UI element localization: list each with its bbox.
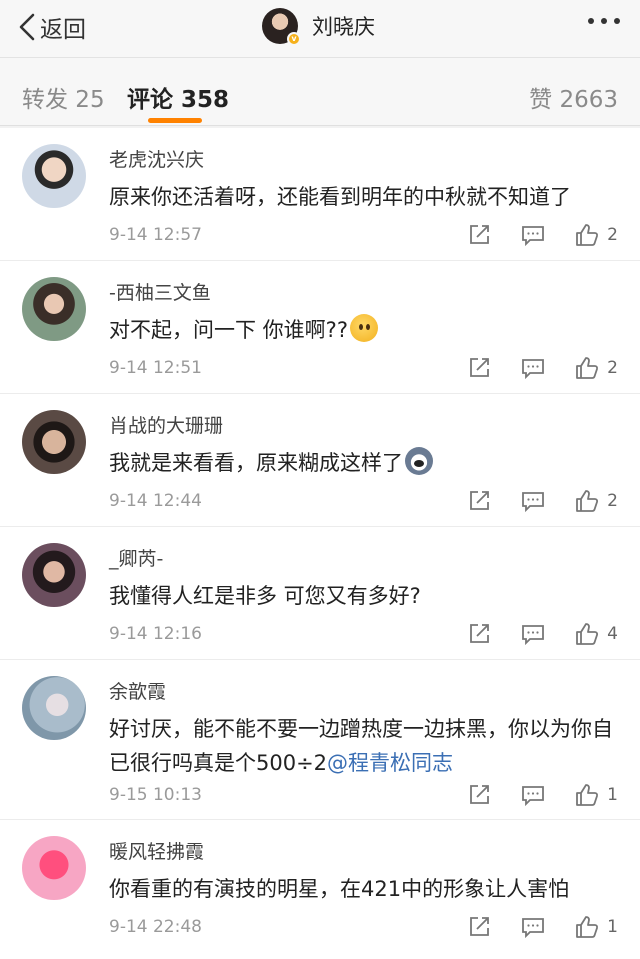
- thumbs-up-icon: [576, 357, 599, 379]
- avatar[interactable]: [22, 676, 86, 740]
- comment-actions: 4: [467, 622, 618, 646]
- comment-text: 我就是来看看，原来糊成这样了: [109, 446, 621, 480]
- comment-icon: [522, 492, 545, 513]
- comment-icon: [522, 359, 545, 380]
- comment-item: 暖风轻拂霞 你看重的有演技的明星，在421中的形象让人害怕 9-14 22:48…: [0, 820, 640, 959]
- tab-likes[interactable]: 赞 2663: [529, 80, 618, 114]
- comment-timestamp: 9-14 12:16: [109, 624, 202, 644]
- thinking-face-icon: [349, 314, 378, 342]
- thumbs-up-icon: [576, 916, 599, 938]
- share-button[interactable]: [467, 783, 491, 807]
- tab-comments[interactable]: 评论 358: [127, 80, 229, 114]
- reply-button[interactable]: [521, 783, 545, 807]
- more-options-icon[interactable]: [588, 18, 620, 24]
- avatar[interactable]: [22, 410, 86, 474]
- comment-timestamp: 9-14 12:57: [109, 225, 202, 245]
- like-count: 1: [607, 917, 618, 937]
- like-button[interactable]: 2: [575, 489, 618, 513]
- avatar[interactable]: [22, 543, 86, 607]
- reply-button[interactable]: [521, 356, 545, 380]
- comment-item: -西柚三文鱼 对不起，问一下 你谁啊?? 9-14 12:51 2: [0, 261, 640, 394]
- comment-username[interactable]: 余歆霞: [109, 677, 166, 704]
- thumbs-up-icon: [576, 784, 599, 806]
- like-button[interactable]: 1: [575, 783, 618, 807]
- tab-bar: 转发 25 评论 358 赞 2663: [0, 58, 640, 126]
- comment-icon: [522, 786, 545, 807]
- like-button[interactable]: 4: [575, 622, 618, 646]
- profile-header[interactable]: v 刘晓庆: [262, 6, 375, 46]
- comment-icon: [522, 226, 545, 247]
- share-icon: [470, 225, 490, 244]
- comment-actions: 2: [467, 356, 618, 380]
- like-button[interactable]: 2: [575, 356, 618, 380]
- share-button[interactable]: [467, 489, 491, 513]
- comment-text: 好讨厌，能不能不要一边蹭热度一边抹黑，你以为你自已很行吗真是个500÷2@程青松…: [109, 717, 613, 775]
- comment-username[interactable]: -西柚三文鱼: [109, 278, 211, 305]
- comment-username[interactable]: _卿芮-: [109, 544, 163, 571]
- comment-username[interactable]: 老虎沈兴庆: [109, 145, 204, 172]
- share-button[interactable]: [467, 622, 491, 646]
- comment-username[interactable]: 肖战的大珊珊: [109, 411, 223, 438]
- reply-button[interactable]: [521, 489, 545, 513]
- page-title: 刘晓庆: [312, 15, 375, 39]
- thumbs-up-icon: [576, 224, 599, 246]
- chevron-left-icon: [19, 13, 35, 41]
- share-button[interactable]: [467, 915, 491, 939]
- comment-text: 对不起，问一下 你谁啊??: [109, 313, 621, 347]
- comment-list: 老虎沈兴庆 原来你还活着呀，还能看到明年的中秋就不知道了 9-14 12:57 …: [0, 128, 640, 959]
- like-button[interactable]: 1: [575, 915, 618, 939]
- mention-link[interactable]: @程青松同志: [327, 751, 453, 775]
- avatar[interactable]: [22, 144, 86, 208]
- comment-actions: 2: [467, 223, 618, 247]
- back-label: 返回: [40, 17, 86, 43]
- comment-item: _卿芮- 我懂得人红是非多 可您又有多好? 9-14 12:16 4: [0, 527, 640, 660]
- comment-timestamp: 9-14 12:44: [109, 491, 202, 511]
- avatar[interactable]: [22, 836, 86, 900]
- comment-username[interactable]: 暖风轻拂霞: [109, 837, 204, 864]
- back-button[interactable]: 返回: [18, 12, 86, 43]
- share-icon: [470, 358, 490, 377]
- reply-button[interactable]: [521, 622, 545, 646]
- comment-timestamp: 9-14 22:48: [109, 917, 202, 937]
- like-count: 2: [607, 225, 618, 245]
- share-button[interactable]: [467, 356, 491, 380]
- share-icon: [470, 624, 490, 643]
- share-icon: [470, 491, 490, 510]
- active-tab-indicator: [148, 118, 202, 123]
- comment-item: 余歆霞 好讨厌，能不能不要一边蹭热度一边抹黑，你以为你自已很行吗真是个500÷2…: [0, 660, 640, 820]
- share-icon: [470, 785, 490, 804]
- comment-timestamp: 9-15 10:13: [109, 785, 202, 805]
- share-icon: [470, 917, 490, 936]
- tab-repost[interactable]: 转发 25: [22, 80, 105, 114]
- comment-actions: 1: [467, 783, 618, 807]
- comment-actions: 1: [467, 915, 618, 939]
- like-count: 1: [607, 785, 618, 805]
- comment-icon: [522, 625, 545, 646]
- comment-icon: [522, 918, 545, 939]
- comment-item: 肖战的大珊珊 我就是来看看，原来糊成这样了 9-14 12:44 2: [0, 394, 640, 527]
- reply-button[interactable]: [521, 223, 545, 247]
- comment-text: 原来你还活着呀，还能看到明年的中秋就不知道了: [109, 185, 571, 209]
- like-button[interactable]: 2: [575, 223, 618, 247]
- avatar[interactable]: v: [262, 8, 301, 46]
- like-count: 4: [607, 624, 618, 644]
- share-button[interactable]: [467, 223, 491, 247]
- thumbs-up-icon: [576, 623, 599, 645]
- like-count: 2: [607, 491, 618, 511]
- thumbs-up-icon: [576, 490, 599, 512]
- doge-icon: [405, 447, 433, 475]
- comment-text: 你看重的有演技的明星，在421中的形象让人害怕: [109, 877, 570, 901]
- like-count: 2: [607, 358, 618, 378]
- reply-button[interactable]: [521, 915, 545, 939]
- avatar[interactable]: [22, 277, 86, 341]
- comment-timestamp: 9-14 12:51: [109, 358, 202, 378]
- comment-item: 老虎沈兴庆 原来你还活着呀，还能看到明年的中秋就不知道了 9-14 12:57 …: [0, 128, 640, 261]
- comment-text: 我懂得人红是非多 可您又有多好?: [109, 584, 421, 608]
- verified-badge-icon: v: [287, 32, 301, 46]
- comment-actions: 2: [467, 489, 618, 513]
- navigation-bar: 返回 v 刘晓庆: [0, 0, 640, 58]
